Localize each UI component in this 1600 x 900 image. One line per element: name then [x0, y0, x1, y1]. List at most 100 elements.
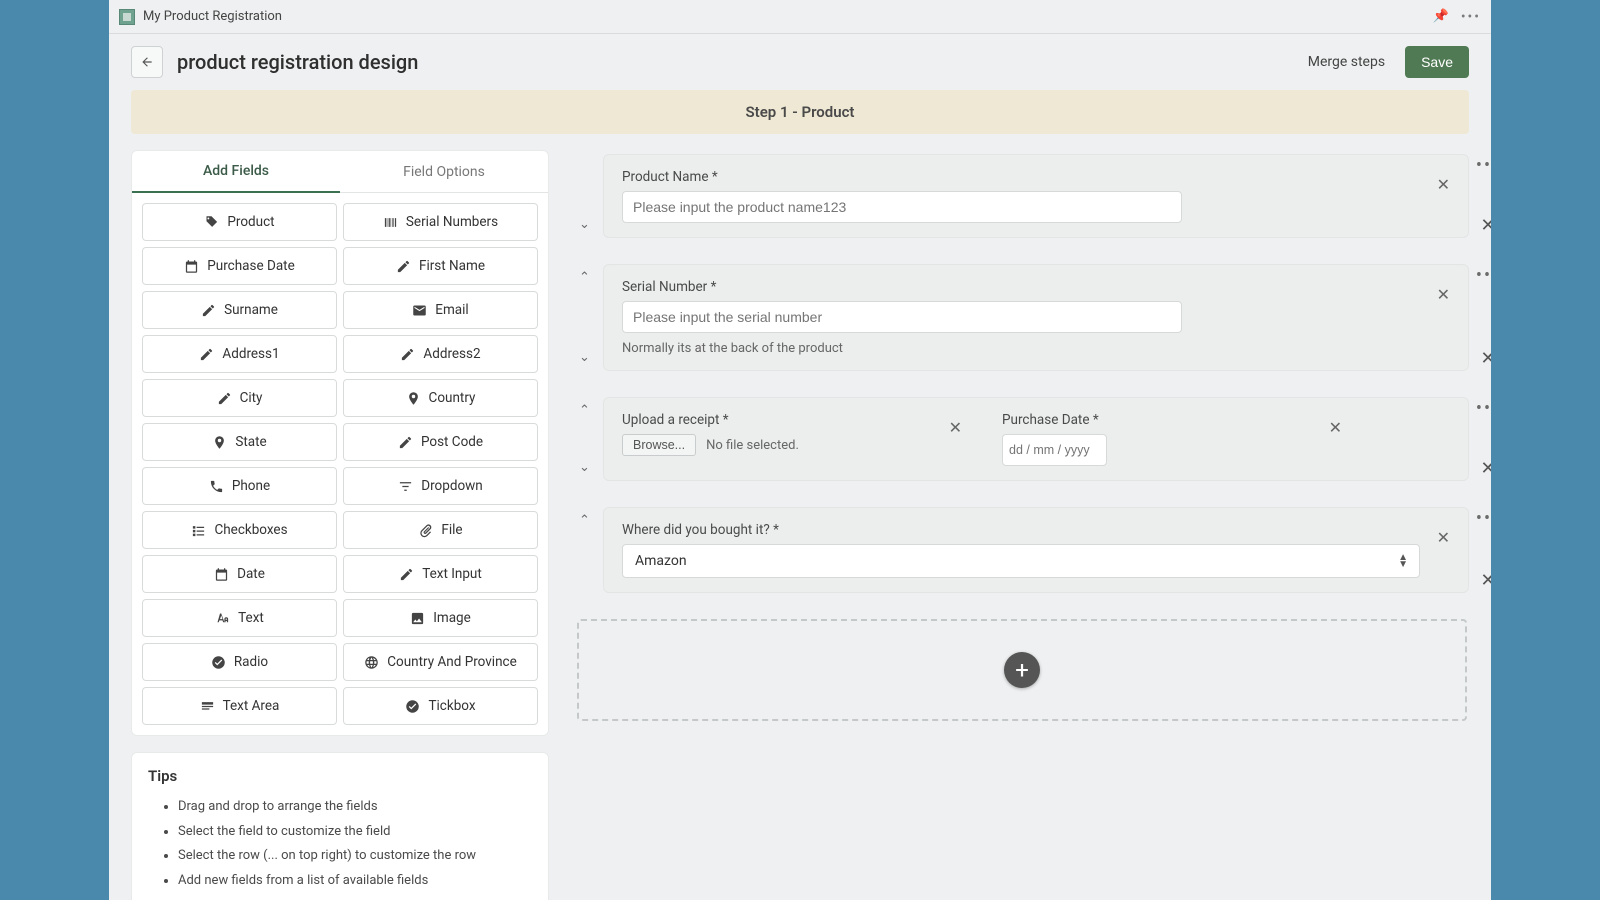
merge-steps-button[interactable]: Merge steps	[1308, 54, 1385, 70]
step-banner: Step 1 - Product	[131, 90, 1469, 134]
select-input[interactable]: Amazon	[622, 544, 1420, 578]
field-type-label: Address2	[423, 346, 480, 362]
field-type-purchase-date[interactable]: Purchase Date	[142, 247, 337, 285]
field-type-first-name[interactable]: First Name	[343, 247, 538, 285]
field-type-label: Date	[237, 566, 265, 582]
field-label: Serial Number *	[622, 279, 1420, 295]
add-row-zone[interactable]: +	[577, 619, 1467, 721]
row-move-up[interactable]: ⌃	[579, 403, 593, 418]
field-type-file[interactable]: File	[343, 511, 538, 549]
tip-item: Select the field to customize the field	[178, 820, 532, 845]
row-remove-button[interactable]: ✕	[1480, 572, 1491, 592]
field-type-label: First Name	[419, 258, 485, 274]
field-type-serial-numbers[interactable]: Serial Numbers	[343, 203, 538, 241]
tab-field-options[interactable]: Field Options	[340, 151, 548, 193]
field-type-label: Text Input	[422, 566, 482, 582]
field-remove-button[interactable]: ✕	[1437, 285, 1450, 304]
row-move-down[interactable]: ⌄	[579, 350, 593, 365]
barcode-icon	[383, 215, 398, 230]
row-remove-button[interactable]: ✕	[1480, 217, 1491, 237]
browse-button[interactable]: Browse...	[622, 434, 696, 456]
pin-icon	[212, 435, 227, 450]
page-title: product registration design	[177, 50, 418, 74]
row-options-button[interactable]: •••	[1476, 265, 1491, 285]
field-type-country[interactable]: Country	[343, 379, 538, 417]
field-type-text[interactable]: Text	[142, 599, 337, 637]
field-type-product[interactable]: Product	[142, 203, 337, 241]
field-remove-button[interactable]: ✕	[1329, 418, 1342, 437]
tab-add-fields[interactable]: Add Fields	[132, 151, 340, 193]
row-options-button[interactable]: •••	[1476, 155, 1491, 175]
field-hint: Normally its at the back of the product	[622, 341, 1420, 356]
row-move-down[interactable]: ⌄	[579, 460, 593, 475]
field-type-address1[interactable]: Address1	[142, 335, 337, 373]
field-label: Product Name *	[622, 169, 1420, 185]
field-type-dropdown[interactable]: Dropdown	[343, 467, 538, 505]
row-options-button[interactable]: •••	[1476, 508, 1491, 528]
field-type-country-and-province[interactable]: Country And Province	[343, 643, 538, 681]
field-type-label: Product	[227, 214, 274, 230]
field-type-city[interactable]: City	[142, 379, 337, 417]
form-row[interactable]: Product Name *✕•••✕	[603, 154, 1469, 238]
form-row[interactable]: Upload a receipt *Browse...No file selec…	[603, 397, 1469, 481]
page-header: product registration design Merge steps …	[109, 34, 1491, 90]
radio-icon	[211, 655, 226, 670]
field-type-post-code[interactable]: Post Code	[343, 423, 538, 461]
field-type-radio[interactable]: Radio	[142, 643, 337, 681]
filter-icon	[398, 479, 413, 494]
tips-title: Tips	[148, 767, 532, 785]
pencil-icon	[217, 391, 232, 406]
tips-card: Tips Drag and drop to arrange the fields…	[131, 752, 549, 900]
field-type-email[interactable]: Email	[343, 291, 538, 329]
back-button[interactable]	[131, 46, 163, 78]
field-type-label: Country And Province	[387, 654, 517, 670]
field-type-state[interactable]: State	[142, 423, 337, 461]
date-input[interactable]	[1002, 434, 1107, 466]
form-field[interactable]: Where did you bought it? * Amazon▲▼ ✕	[622, 522, 1450, 578]
clip-icon	[418, 523, 433, 538]
tip-item: Drag and drop to arrange the fields	[178, 795, 532, 820]
text-input[interactable]	[622, 191, 1182, 223]
field-remove-button[interactable]: ✕	[1437, 175, 1450, 194]
field-remove-button[interactable]: ✕	[949, 418, 962, 437]
form-row[interactable]: Serial Number * Normally its at the back …	[603, 264, 1469, 371]
field-type-phone[interactable]: Phone	[142, 467, 337, 505]
checklist-icon	[191, 523, 206, 538]
pin-icon[interactable]: 📌	[1433, 9, 1449, 24]
form-field[interactable]: Upload a receipt *Browse...No file selec…	[622, 412, 962, 466]
pencil-icon	[399, 567, 414, 582]
add-fields-card: Add Fields Field Options Product Serial N…	[131, 150, 549, 736]
field-type-text-input[interactable]: Text Input	[343, 555, 538, 593]
row-remove-button[interactable]: ✕	[1480, 350, 1491, 370]
row-remove-button[interactable]: ✕	[1480, 460, 1491, 480]
text-input[interactable]	[622, 301, 1182, 333]
caret-updown-icon: ▲▼	[1398, 554, 1408, 568]
row-move-down[interactable]: ⌄	[579, 217, 593, 232]
field-type-label: Checkboxes	[214, 522, 287, 538]
field-type-tickbox[interactable]: Tickbox	[343, 687, 538, 725]
add-row-button[interactable]: +	[1004, 652, 1040, 688]
field-remove-button[interactable]: ✕	[1437, 528, 1450, 547]
row-move-up[interactable]: ⌃	[579, 513, 593, 528]
field-type-text-area[interactable]: Text Area	[142, 687, 337, 725]
form-field[interactable]: Product Name * ✕	[622, 169, 1450, 223]
field-type-surname[interactable]: Surname	[142, 291, 337, 329]
field-label: Where did you bought it? *	[622, 522, 1420, 538]
field-type-checkboxes[interactable]: Checkboxes	[142, 511, 337, 549]
appbar-more-icon[interactable]: •••	[1461, 9, 1481, 25]
pencil-icon	[400, 347, 415, 362]
save-button[interactable]: Save	[1405, 46, 1469, 78]
form-field[interactable]: Purchase Date *✕	[1002, 412, 1342, 466]
field-type-label: Surname	[224, 302, 278, 318]
mail-icon	[412, 303, 427, 318]
field-type-address2[interactable]: Address2	[343, 335, 538, 373]
textarea-icon	[200, 699, 215, 714]
field-type-label: Dropdown	[421, 478, 483, 494]
field-type-label: State	[235, 434, 266, 450]
field-type-image[interactable]: Image	[343, 599, 538, 637]
row-options-button[interactable]: •••	[1476, 398, 1491, 418]
form-row[interactable]: Where did you bought it? *Amazon▲▼✕•••✕	[603, 507, 1469, 593]
row-move-up[interactable]: ⌃	[579, 270, 593, 285]
field-type-date[interactable]: Date	[142, 555, 337, 593]
form-field[interactable]: Serial Number * Normally its at the back …	[622, 279, 1450, 356]
